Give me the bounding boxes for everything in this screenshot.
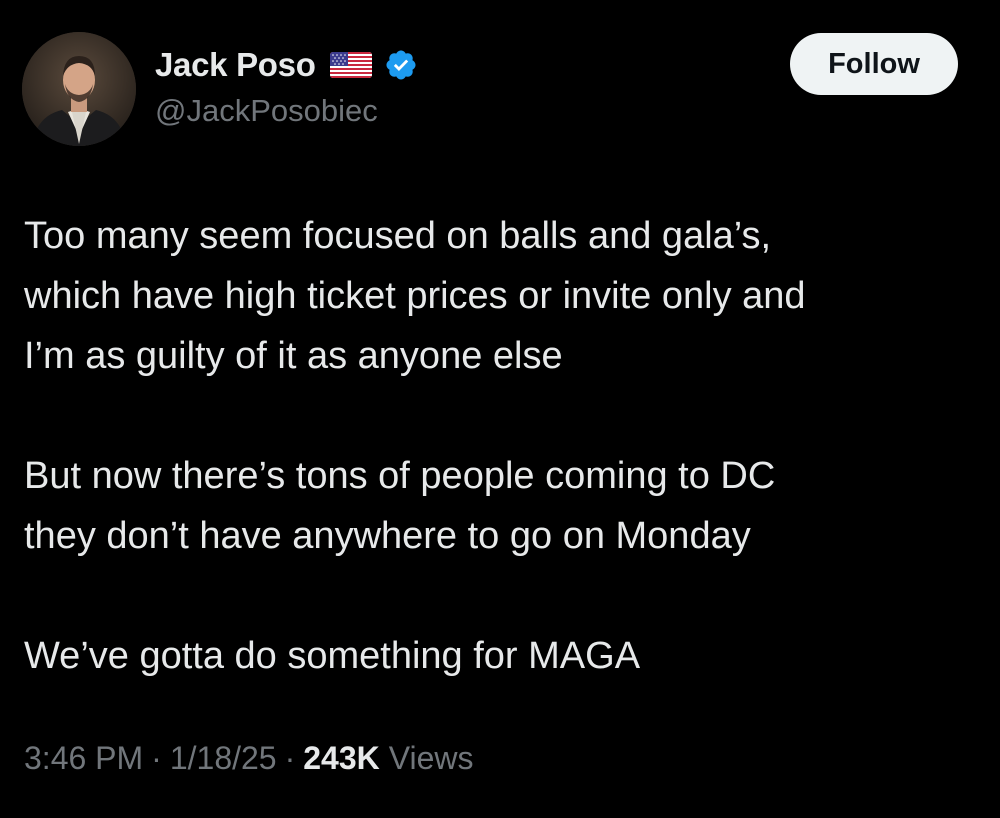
tweet-card: Jack Poso @JackPosobiec Follow Too many …: [0, 0, 1000, 818]
follow-button[interactable]: Follow: [790, 33, 958, 95]
meta-separator: ·: [151, 740, 162, 776]
tweet-line: they don’t have anywhere to go on Monday: [24, 515, 751, 557]
meta-separator: ·: [284, 740, 296, 776]
author-name-row: Jack Poso: [155, 43, 418, 87]
tweet-line: I’m as guilty of it as anyone else: [24, 335, 563, 377]
tweet-text: Too many seem focused on balls and gala’…: [24, 206, 984, 686]
author-display-name[interactable]: Jack Poso: [155, 46, 316, 84]
views-label: Views: [388, 740, 474, 776]
tweet-line: Too many seem focused on balls and gala’…: [24, 215, 772, 257]
tweet-paragraph: But now there’s tons of people coming to…: [24, 446, 984, 566]
tweet-line: We’ve gotta do something for MAGA: [24, 635, 641, 677]
verified-badge-icon[interactable]: [384, 48, 418, 82]
us-flag-icon: [329, 52, 372, 78]
tweet-meta: 3:46 PM · 1/18/25 · 243K Views: [24, 740, 474, 777]
tweet-paragraph: Too many seem focused on balls and gala’…: [24, 206, 984, 386]
avatar[interactable]: [22, 32, 136, 146]
author-handle[interactable]: @JackPosobiec: [155, 93, 378, 129]
tweet-line: which have high ticket prices or invite …: [24, 275, 806, 317]
tweet-line: But now there’s tons of people coming to…: [24, 455, 776, 497]
avatar-image: [22, 32, 136, 146]
tweet-time[interactable]: 3:46 PM: [24, 740, 143, 777]
views-count[interactable]: 243K: [303, 740, 380, 777]
tweet-date[interactable]: 1/18/25: [170, 740, 277, 777]
tweet-paragraph: We’ve gotta do something for MAGA: [24, 626, 984, 686]
